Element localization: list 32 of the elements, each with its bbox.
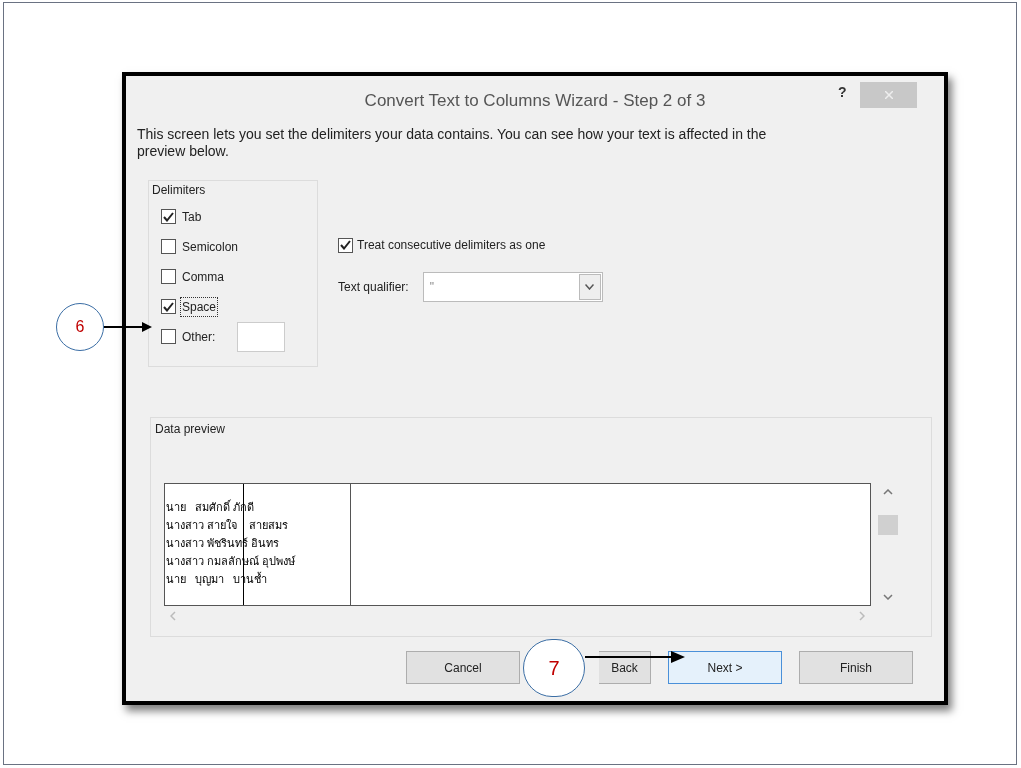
dropdown-value: " — [429, 279, 434, 296]
scroll-right-icon — [859, 611, 865, 621]
dialog-button[interactable]: Next > — [668, 651, 782, 684]
checkbox[interactable] — [161, 209, 176, 224]
checkbox[interactable] — [338, 237, 353, 253]
preview-row-text: นางสาว สายใจ สายสมร — [166, 518, 290, 533]
window-title: Convert Text to Columns Wizard - Step 2 of 3 — [364, 90, 706, 113]
checkbox-label: Treat consecutive delimiters as one — [357, 237, 546, 254]
checkbox[interactable] — [161, 239, 176, 254]
dialog-button[interactable]: Back — [599, 651, 651, 684]
dialog-button[interactable]: Cancel — [406, 651, 520, 684]
checkbox[interactable] — [161, 269, 176, 284]
group-label: Data preview — [155, 421, 226, 438]
checkbox-label: Semicolon — [181, 238, 240, 256]
scroll-left-icon — [170, 611, 176, 621]
checkbox-label: Tab — [181, 208, 203, 226]
qualifier-dropdown[interactable]: " — [422, 272, 603, 302]
checkbox[interactable] — [161, 299, 176, 314]
dropdown-caret-icon — [585, 284, 595, 290]
field-label: Text qualifier: — [338, 279, 409, 296]
scroll-thumb[interactable] — [878, 514, 898, 535]
help-button[interactable]: ? — [838, 82, 847, 103]
checkbox-label: Comma — [181, 268, 225, 286]
instruction-text: This screen lets you set the delimiters your data contains. You can see how your text is affected in the preview below. — [137, 126, 768, 160]
checkbox-label: Other: — [181, 328, 217, 346]
scroll-down-icon — [883, 594, 893, 600]
input-field[interactable] — [237, 321, 286, 352]
close-icon — [884, 91, 893, 99]
checkbox[interactable] — [161, 329, 176, 344]
dialog-button[interactable]: Finish — [799, 651, 913, 684]
checkbox-label: Space — [180, 296, 219, 317]
scroll-up-icon — [883, 489, 893, 495]
